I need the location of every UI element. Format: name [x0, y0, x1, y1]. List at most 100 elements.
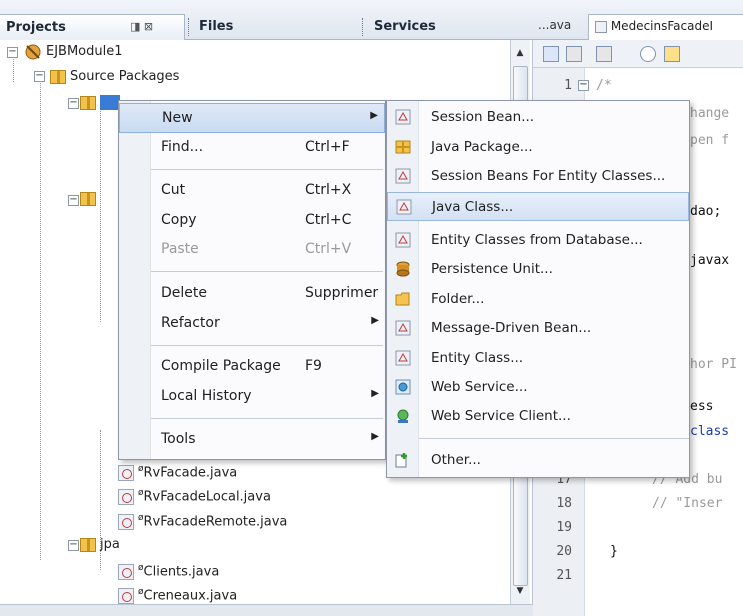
- menu-item-paste[interactable]: Paste Ctrl+V: [119, 235, 385, 265]
- ejb-module-icon: [25, 44, 41, 59]
- session-bean-icon: [118, 488, 134, 505]
- menu-item-cut[interactable]: Cut Ctrl+X: [119, 176, 385, 206]
- tree-node-package-selected[interactable]: [80, 92, 120, 114]
- menu-item-find[interactable]: Find... Ctrl+F: [119, 133, 385, 163]
- editor-tab-active[interactable]: MedecinsFacadeI: [588, 14, 743, 40]
- session-bean-icon: [118, 513, 134, 530]
- fold-toggle[interactable]: −: [578, 80, 589, 91]
- file-name: Clients.java: [143, 564, 220, 580]
- menu-item-java-class[interactable]: Java Class...: [387, 192, 689, 221]
- package-icon: [395, 140, 411, 154]
- menu-item-java-package[interactable]: Java Package...: [387, 133, 689, 162]
- tab-separator: [362, 18, 363, 36]
- menu-item-shortcut: Supprimer: [305, 285, 379, 301]
- expand-toggle[interactable]: −: [68, 540, 79, 551]
- menu-item-label: Other...: [431, 452, 481, 468]
- menu-item-session-beans-for-entity[interactable]: Session Beans For Entity Classes...: [387, 162, 689, 191]
- tree-node-file[interactable]: øRvFacade.java: [118, 458, 237, 481]
- menu-item-refactor[interactable]: Refactor ▶: [119, 309, 385, 339]
- menu-item-session-bean[interactable]: Session Bean...: [387, 103, 689, 132]
- menu-item-copy[interactable]: Copy Ctrl+C: [119, 206, 385, 236]
- menu-item-label: Delete: [161, 285, 207, 301]
- web-service-icon: [395, 379, 411, 395]
- menu-item-shortcut: F9: [305, 358, 322, 374]
- package-name: jpa: [100, 537, 120, 552]
- code-text: pen f: [690, 133, 730, 148]
- session-bean-icon: [118, 464, 134, 481]
- menu-item-web-service-client[interactable]: Web Service Client...: [387, 402, 689, 431]
- tab-projects[interactable]: Projects: [0, 14, 185, 40]
- menu-item-shortcut: Ctrl+C: [305, 212, 352, 228]
- tab-services-label: Services: [374, 19, 436, 34]
- menu-item-label: Find...: [161, 139, 204, 155]
- file-name: RvFacadeRemote.java: [143, 514, 288, 530]
- menu-item-entity-class[interactable]: Entity Class...: [387, 344, 689, 373]
- expand-toggle[interactable]: −: [7, 47, 18, 58]
- code-text: hange: [690, 106, 730, 121]
- bean-icon: [395, 168, 411, 184]
- menu-item-compile-package[interactable]: Compile Package F9: [119, 352, 385, 382]
- menu-item-delete[interactable]: Delete Supprimer: [119, 279, 385, 309]
- tree-node-project[interactable]: EJBModule1: [24, 41, 123, 63]
- code-text: dao;: [690, 204, 722, 219]
- menu-item-label: Java Class...: [432, 199, 514, 215]
- java-class-icon: [396, 199, 412, 215]
- code-text: }: [610, 544, 618, 559]
- context-menu: New ▶ Find... Ctrl+F Cut Ctrl+X Copy Ctr…: [118, 100, 386, 460]
- tree-node-package[interactable]: [80, 188, 100, 210]
- new-submenu: Session Bean... Java Package... Session …: [386, 100, 690, 478]
- entity-icon: [395, 350, 411, 366]
- menu-item-new[interactable]: New ▶: [119, 103, 385, 133]
- tab-files-label: Files: [199, 19, 234, 34]
- menu-item-message-driven-bean[interactable]: Message-Driven Bean...: [387, 314, 689, 343]
- menu-item-local-history[interactable]: Local History ▶: [119, 382, 385, 412]
- tree-node-file[interactable]: øClients.java: [118, 557, 220, 580]
- menu-item-entity-classes-from-db[interactable]: Entity Classes from Database...: [387, 226, 689, 255]
- code-text: // "Inser: [652, 496, 723, 511]
- java-file-icon: [595, 20, 607, 33]
- menu-item-label: Refactor: [161, 315, 220, 331]
- bean-icon: [395, 109, 411, 125]
- expand-toggle[interactable]: −: [34, 71, 45, 82]
- menu-item-folder[interactable]: Folder...: [387, 285, 689, 314]
- tab-files[interactable]: Files: [193, 14, 233, 40]
- expand-toggle[interactable]: −: [68, 98, 79, 109]
- code-text: javax: [690, 253, 730, 268]
- expand-toggle[interactable]: −: [68, 195, 79, 206]
- menu-item-label: Entity Class...: [431, 350, 524, 366]
- menu-separator: [151, 169, 383, 170]
- menu-item-shortcut: Ctrl+V: [305, 241, 352, 257]
- search-icon[interactable]: [640, 46, 656, 62]
- tree-node-file[interactable]: øRvFacadeRemote.java: [118, 507, 288, 530]
- menu-item-label: Message-Driven Bean...: [431, 320, 592, 336]
- package-icon: [80, 191, 96, 206]
- entity-class-icon: [118, 563, 134, 580]
- menu-item-label: Web Service Client...: [431, 408, 571, 424]
- menu-item-label: Compile Package: [161, 358, 281, 374]
- scroll-up-arrow-icon[interactable]: ▲: [511, 44, 529, 62]
- menu-item-web-service[interactable]: Web Service...: [387, 373, 689, 402]
- nav-icon[interactable]: [566, 46, 582, 62]
- tree-guide: [40, 80, 41, 560]
- package-icon: [80, 95, 96, 110]
- back-icon[interactable]: [543, 46, 559, 62]
- editor-toolbar: [533, 40, 743, 68]
- menu-item-other[interactable]: Other...: [387, 446, 689, 475]
- tab-services[interactable]: Services: [368, 14, 436, 40]
- code-text: hor PI: [690, 357, 737, 372]
- other-icon: [395, 453, 407, 468]
- tree-node-file[interactable]: øRvFacadeLocal.java: [118, 482, 271, 505]
- tab-projects-controls[interactable]: ◨ ⊠: [130, 20, 153, 33]
- tree-node-source-packages[interactable]: Source Packages: [50, 66, 179, 88]
- source-packages-icon: [50, 69, 66, 84]
- tree-node-file[interactable]: øCreneaux.java: [118, 581, 237, 604]
- line-number: 18: [556, 496, 572, 511]
- code-text: /*: [596, 78, 612, 93]
- menu-item-persistence-unit[interactable]: Persistence Unit...: [387, 255, 689, 284]
- tree-node-package-jpa[interactable]: jpa: [80, 534, 120, 556]
- editor-tab-prev[interactable]: ...ava: [538, 18, 571, 32]
- nav-icon[interactable]: [596, 46, 612, 62]
- menu-item-shortcut: Ctrl+F: [305, 139, 350, 155]
- menu-item-tools[interactable]: Tools ▶: [119, 425, 385, 455]
- find-previous-icon[interactable]: [664, 46, 680, 62]
